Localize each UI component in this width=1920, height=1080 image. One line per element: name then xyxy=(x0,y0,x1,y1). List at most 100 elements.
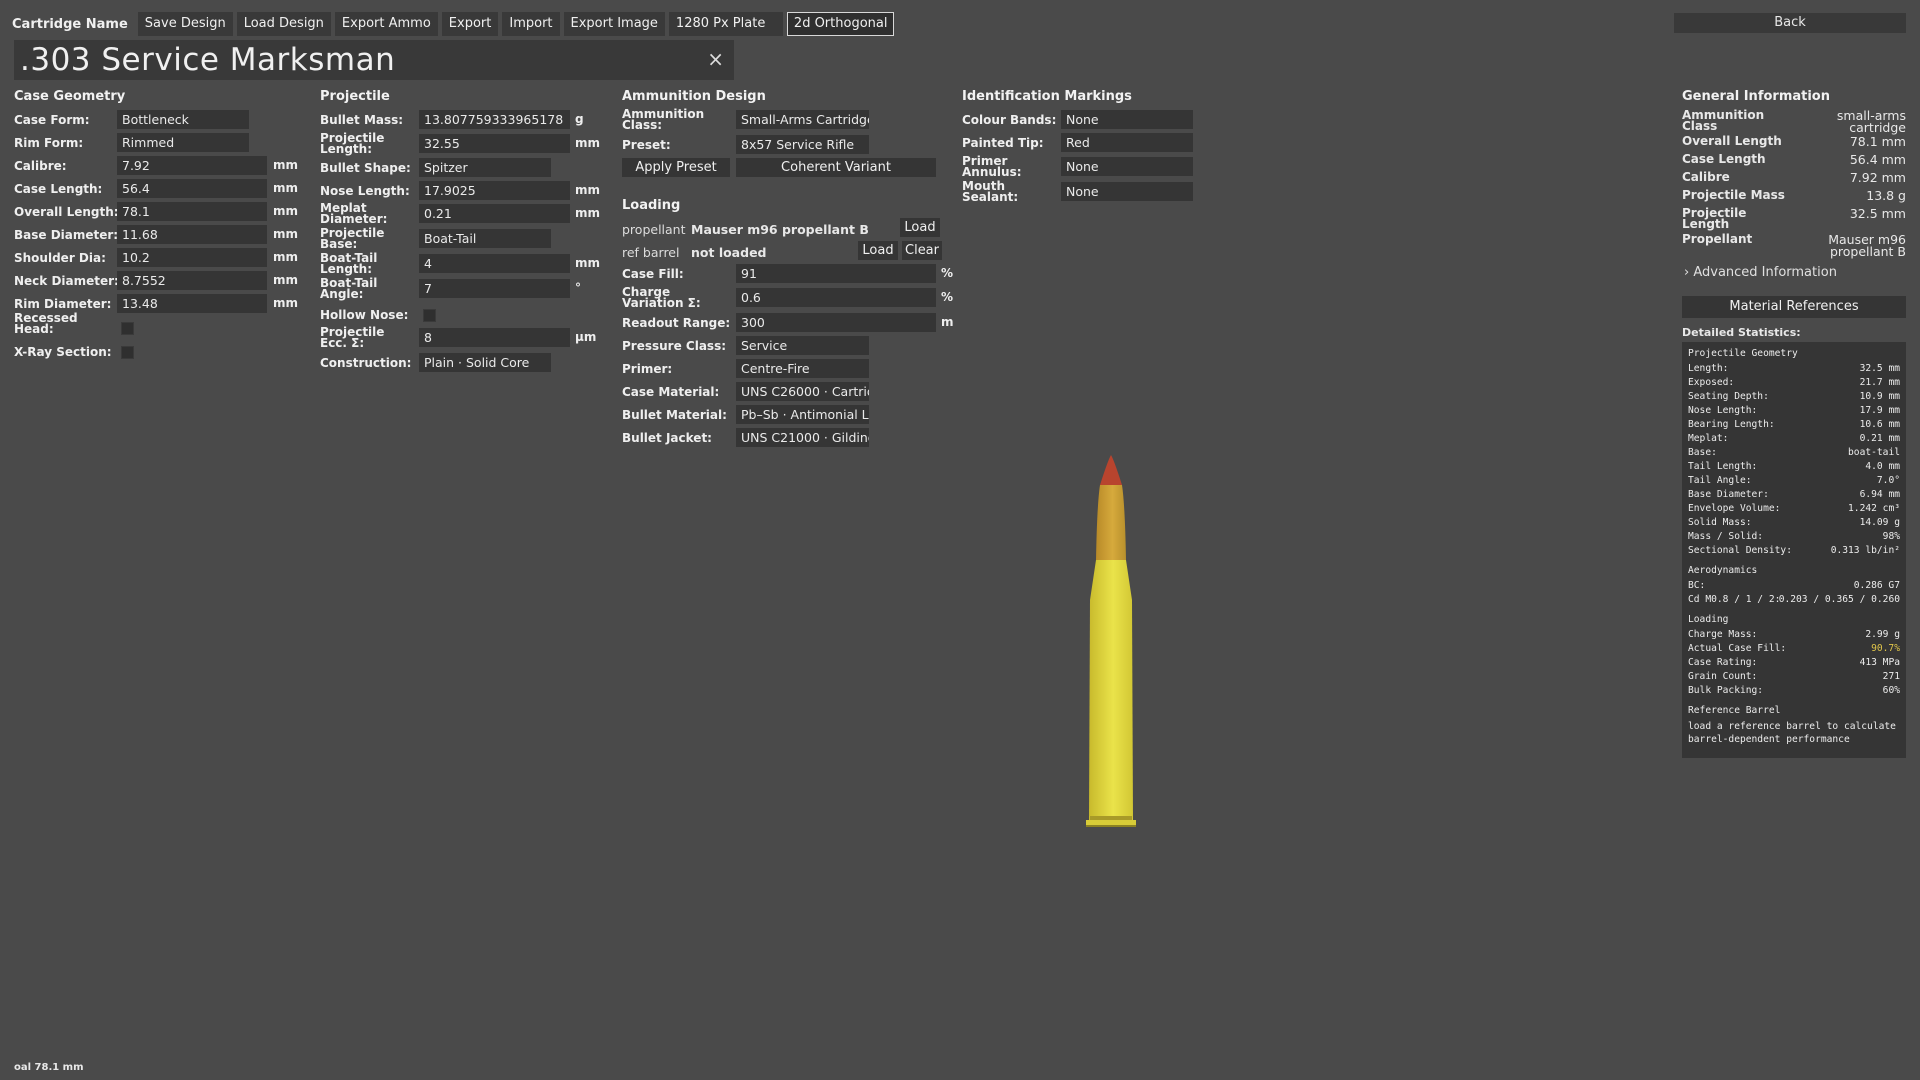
case-geometry-input[interactable]: 56.4 xyxy=(117,179,267,198)
export-button[interactable]: Export xyxy=(441,12,499,36)
projectile-row-label: Nose Length: xyxy=(320,181,412,201)
export-ammo-button[interactable]: Export Ammo xyxy=(334,12,438,36)
propellant-label: propellant xyxy=(622,222,686,237)
export-image-button[interactable]: Export Image xyxy=(563,12,665,36)
field-label: Case Material: xyxy=(622,384,720,399)
stat-value: 7.0° xyxy=(1876,475,1900,486)
loading-select[interactable]: UNS C21000 · Gilding Metal xyxy=(736,428,869,447)
identification-title: Identification Markings xyxy=(962,89,1132,104)
stat-value: 98% xyxy=(1882,531,1900,542)
ecc-input[interactable]: 8 xyxy=(419,328,570,347)
projectile-input[interactable]: 13.807759333965178 xyxy=(419,110,570,129)
stat-label: Cd M0.8 / 1 / 2: xyxy=(1688,594,1781,605)
field-label: Rim Form: xyxy=(14,135,84,150)
field-label: Boat-Tail Length: xyxy=(320,251,378,276)
stat-label: Length: xyxy=(1688,363,1729,374)
loading-select-label: Primer: xyxy=(622,359,672,379)
field-label: Painted Tip: xyxy=(962,135,1044,150)
identification-select[interactable]: None xyxy=(1061,110,1193,129)
plate-size-select[interactable]: 1280 Px Plate xyxy=(668,12,783,36)
case-geometry-input[interactable]: 7.92 xyxy=(117,156,267,175)
case-rim xyxy=(1086,820,1136,825)
projectile-input[interactable]: 32.55 xyxy=(419,134,570,153)
apply-preset-button[interactable]: Apply Preset xyxy=(622,158,730,177)
field-label: Bullet Material: xyxy=(622,407,727,422)
xray-checkbox[interactable] xyxy=(121,346,134,359)
loading-row-label: Readout Range: xyxy=(622,313,732,333)
projectile-input[interactable]: Boat-Tail xyxy=(419,229,551,248)
stat-value: 14.09 g xyxy=(1859,517,1900,528)
case-geometry-input[interactable]: 8.7552 xyxy=(117,271,267,290)
preset-select[interactable]: 8x57 Service Rifle xyxy=(736,135,869,154)
cartridge-name-label: Cartridge Name xyxy=(12,16,128,32)
stat-value: 413 MPa xyxy=(1859,657,1900,668)
field-label: Case Length: xyxy=(14,181,103,196)
loading-select[interactable]: Service xyxy=(736,336,869,355)
loading-input[interactable]: 0.6 xyxy=(736,288,936,307)
loading-select[interactable]: Centre-Fire xyxy=(736,359,869,378)
recessed-head-label: Recessed Head: xyxy=(14,311,78,336)
field-label: Pressure Class: xyxy=(622,338,727,353)
hollow-nose-label: Hollow Nose: xyxy=(320,307,409,322)
view-mode-toggle[interactable]: 2d Orthogonal xyxy=(786,12,895,36)
field-label: Readout Range: xyxy=(622,315,731,330)
identification-row-label: Primer Annulus: xyxy=(962,155,1057,178)
projectile-input[interactable]: 0.21 xyxy=(419,204,570,223)
construction-select[interactable]: Plain · Solid Core xyxy=(419,353,551,372)
bullet-tip xyxy=(1100,455,1122,485)
close-icon[interactable]: × xyxy=(707,47,724,71)
case-geometry-input[interactable]: 10.2 xyxy=(117,248,267,267)
identification-select[interactable]: None xyxy=(1061,157,1193,176)
propellant-load-button[interactable]: Load xyxy=(900,218,940,237)
cartridge-name-field[interactable]: .303 Service Marksman × xyxy=(14,40,734,80)
field-label: Meplat Diameter: xyxy=(320,201,388,226)
coherent-variant-button[interactable]: Coherent Variant xyxy=(736,158,936,177)
advanced-info-toggle[interactable]: › Advanced Information xyxy=(1684,265,1837,280)
case-geometry-input[interactable]: 13.48 xyxy=(117,294,267,313)
ammo-class-label: Ammunition Class: xyxy=(622,107,705,132)
loading-select[interactable]: Pb–Sb · Antimonial Lead xyxy=(736,405,869,424)
field-label: Bullet Shape: xyxy=(320,160,411,175)
preset-row: Preset: xyxy=(622,135,671,155)
case-geometry-input[interactable]: Bottleneck xyxy=(117,110,249,129)
stat-value: 60% xyxy=(1882,685,1900,696)
detailed-statistics-label: Detailed Statistics: xyxy=(1682,326,1801,339)
projectile-geometry-heading: Projectile Geometry xyxy=(1688,348,1798,359)
case-geometry-input[interactable]: 78.1 xyxy=(117,202,267,221)
projectile-input[interactable]: 7 xyxy=(419,279,570,298)
ref-barrel-load-button[interactable]: Load xyxy=(858,241,898,260)
loading-select[interactable]: UNS C26000 · Cartridge Brass xyxy=(736,382,869,401)
load-design-button[interactable]: Load Design xyxy=(236,12,331,36)
projectile-input[interactable]: Spitzer xyxy=(419,158,551,177)
ref-barrel-clear-button[interactable]: Clear xyxy=(902,241,942,260)
recessed-head-checkbox[interactable] xyxy=(121,322,134,335)
ecc-row: Projectile Ecc. Σ: xyxy=(320,326,415,349)
unit-label: mm xyxy=(273,227,299,241)
loading-input[interactable]: 91 xyxy=(736,264,936,283)
unit-label: % xyxy=(941,266,954,280)
material-references-button[interactable]: Material References xyxy=(1682,296,1906,318)
projectile-input[interactable]: 4 xyxy=(419,254,570,273)
loading-select-label: Pressure Class: xyxy=(622,336,726,356)
ref-barrel-value: not loaded xyxy=(691,245,767,260)
projectile-row-label: Meplat Diameter: xyxy=(320,201,412,226)
identification-select[interactable]: None xyxy=(1061,182,1193,201)
save-design-button[interactable]: Save Design xyxy=(137,12,233,36)
loading-input[interactable]: 300 xyxy=(736,313,936,332)
loading-row-label: Case Fill: xyxy=(622,264,732,284)
projectile-row-label: Boat-Tail Length: xyxy=(320,251,412,276)
ammo-class-select[interactable]: Small-Arms Cartridge xyxy=(736,110,869,129)
stat-label: Bulk Packing: xyxy=(1688,685,1764,696)
case-geometry-input[interactable]: 11.68 xyxy=(117,225,267,244)
stat-value: 90.7% xyxy=(1871,643,1900,654)
case-geometry-title: Case Geometry xyxy=(14,89,126,104)
case-geometry-input[interactable]: Rimmed xyxy=(117,133,249,152)
general-info-label: Propellant xyxy=(1682,232,1753,246)
stat-label: Meplat: xyxy=(1688,433,1729,444)
back-button[interactable]: Back xyxy=(1674,13,1906,33)
identification-select[interactable]: Red xyxy=(1061,133,1193,152)
field-label: Bullet Mass: xyxy=(320,112,404,127)
hollow-nose-checkbox[interactable] xyxy=(423,309,436,322)
projectile-input[interactable]: 17.9025 xyxy=(419,181,570,200)
import-button[interactable]: Import xyxy=(502,12,560,36)
